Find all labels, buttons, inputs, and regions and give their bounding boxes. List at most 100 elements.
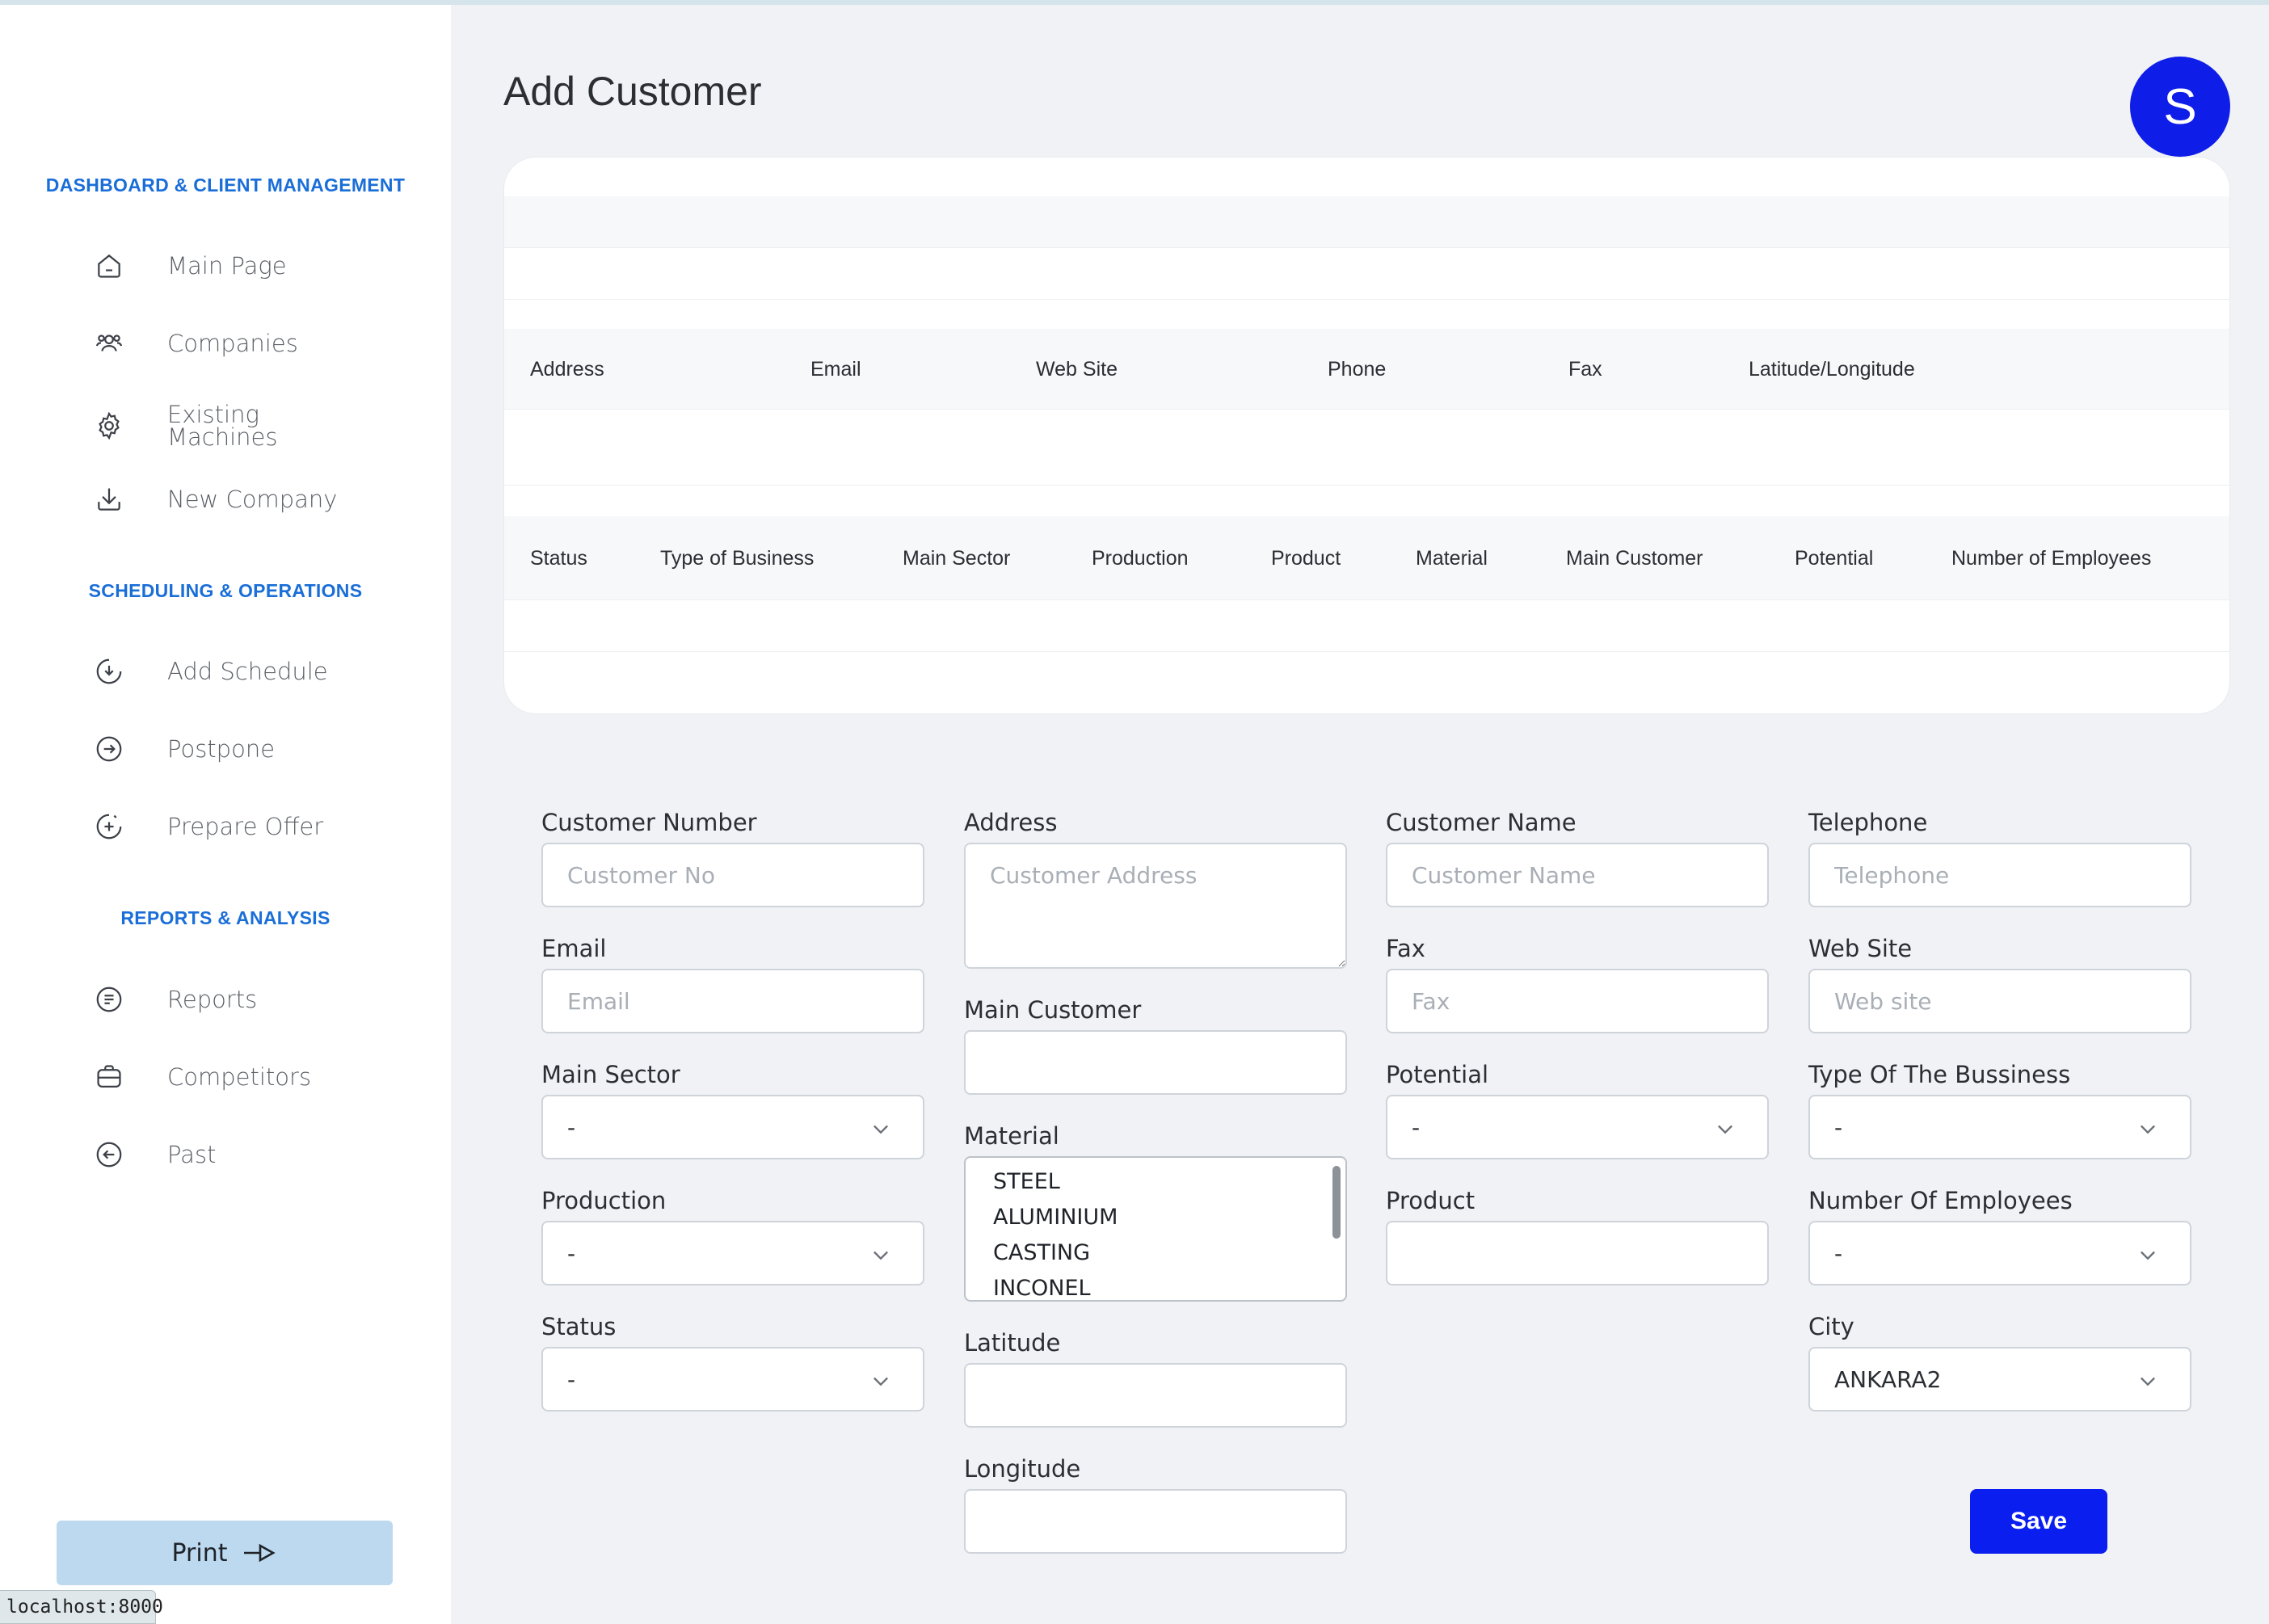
- type-of-business-value: -: [1834, 1113, 1843, 1141]
- th-main-customer[interactable]: Main Customer: [1566, 547, 1703, 570]
- city-value: ANKARA2: [1834, 1365, 1942, 1393]
- number-of-employees-select[interactable]: -: [1808, 1221, 2191, 1285]
- th-status[interactable]: Status: [530, 547, 587, 570]
- users-icon: [93, 327, 125, 360]
- sidebar-item-postpone[interactable]: Postpone: [93, 729, 275, 769]
- sidebar-item-past[interactable]: Past: [93, 1134, 216, 1175]
- th-type-of-business[interactable]: Type of Business: [660, 547, 814, 570]
- customer-number-input[interactable]: [541, 843, 924, 907]
- section-title-dashboard: DASHBOARD & CLIENT MANAGEMENT: [45, 175, 406, 196]
- main-customer-label: Main Customer: [964, 996, 1142, 1024]
- type-of-business-label: Type Of The Bussiness: [1808, 1061, 2071, 1088]
- status-url: localhost:8000: [0, 1590, 163, 1624]
- longitude-label: Longitude: [964, 1455, 1081, 1483]
- sidebar-item-label: Existing Machines: [167, 401, 278, 451]
- download-icon: [93, 483, 125, 515]
- material-label: Material: [964, 1122, 1059, 1150]
- sidebar-item-label: New Company: [167, 486, 338, 513]
- sidebar-item-new-company[interactable]: New Company: [93, 479, 337, 520]
- potential-value: -: [1412, 1113, 1421, 1141]
- status-label: Status: [541, 1313, 617, 1340]
- arrow-right-circle-icon: [93, 733, 125, 765]
- sidebar-item-label: Competitors: [167, 1063, 312, 1091]
- material-option[interactable]: CASTING: [993, 1235, 1318, 1271]
- sidebar-item-main-page[interactable]: Main Page: [93, 246, 287, 286]
- latitude-input[interactable]: [964, 1363, 1347, 1428]
- page-title: Add Customer: [503, 69, 762, 114]
- customer-name-label: Customer Name: [1386, 809, 1577, 836]
- arrow-right-icon: [243, 1543, 276, 1563]
- product-input[interactable]: [1386, 1221, 1769, 1285]
- sidebar-item-companies[interactable]: Companies: [93, 323, 298, 364]
- sidebar-item-label: Reports: [167, 986, 258, 1013]
- sidebar-item-reports[interactable]: Reports: [93, 979, 257, 1020]
- arrow-left-circle-icon: [93, 1138, 125, 1171]
- th-lat-long[interactable]: Latitude/Longitude: [1749, 358, 1915, 381]
- web-site-input[interactable]: [1808, 969, 2191, 1033]
- listbox-scrollbar[interactable]: [1332, 1166, 1341, 1239]
- number-of-employees-value: -: [1834, 1239, 1843, 1267]
- fax-label: Fax: [1386, 935, 1425, 962]
- longitude-input[interactable]: [964, 1489, 1347, 1554]
- telephone-label: Telephone: [1808, 809, 1928, 836]
- main-sector-value: -: [567, 1113, 576, 1141]
- main-customer-input[interactable]: [964, 1030, 1347, 1095]
- email-label: Email: [541, 935, 607, 962]
- sidebar-item-existing-machines[interactable]: Existing Machines: [93, 398, 278, 454]
- th-number-of-employees[interactable]: Number of Employees: [1951, 547, 2151, 570]
- section-title-reports: REPORTS & ANALYSIS: [120, 907, 330, 928]
- chevron-down-icon: [874, 1251, 888, 1260]
- fax-input[interactable]: [1386, 969, 1769, 1033]
- status-select[interactable]: -: [541, 1347, 924, 1412]
- production-label: Production: [541, 1187, 667, 1214]
- th-production[interactable]: Production: [1092, 547, 1189, 570]
- section-title-scheduling: SCHEDULING & OPERATIONS: [88, 580, 363, 601]
- sidebar-item-competitors[interactable]: Competitors: [93, 1057, 311, 1097]
- th-address[interactable]: Address: [530, 358, 604, 381]
- sidebar-item-label: Companies: [167, 330, 298, 357]
- th-product[interactable]: Product: [1271, 547, 1341, 570]
- th-phone[interactable]: Phone: [1328, 358, 1386, 381]
- telephone-input[interactable]: [1808, 843, 2191, 907]
- email-input[interactable]: [541, 969, 924, 1033]
- print-button-label: Print: [171, 1538, 228, 1567]
- sidebar-item-label: Postpone: [167, 735, 276, 763]
- report-icon: [93, 983, 125, 1016]
- web-site-label: Web Site: [1808, 935, 1913, 962]
- table-row: [504, 600, 2229, 652]
- potential-select[interactable]: -: [1386, 1095, 1769, 1159]
- table-row: [504, 196, 2229, 248]
- address-textarea[interactable]: [964, 843, 1347, 969]
- city-select[interactable]: ANKARA2: [1808, 1347, 2191, 1412]
- sidebar-item-prepare-offer[interactable]: Prepare Offer: [93, 806, 323, 847]
- th-potential[interactable]: Potential: [1795, 547, 1873, 570]
- avatar[interactable]: S: [2130, 57, 2230, 157]
- chevron-down-icon: [2141, 1125, 2155, 1134]
- address-label: Address: [964, 809, 1058, 836]
- chevron-down-icon: [2141, 1377, 2155, 1386]
- table-header-row-1: Address Email Web Site Phone Fax Latitud…: [504, 329, 2229, 410]
- status-value: -: [567, 1365, 576, 1393]
- sidebar-item-label: Prepare Offer: [167, 813, 324, 840]
- material-option[interactable]: ALUMINIUM: [993, 1200, 1318, 1235]
- th-material[interactable]: Material: [1416, 547, 1488, 570]
- material-listbox[interactable]: STEEL ALUMINIUM CASTING INCONEL: [964, 1156, 1347, 1302]
- save-button[interactable]: Save: [1970, 1489, 2107, 1554]
- production-select[interactable]: -: [541, 1221, 924, 1285]
- production-value: -: [567, 1239, 576, 1267]
- sidebar-item-add-schedule[interactable]: Add Schedule: [93, 651, 328, 692]
- material-option[interactable]: INCONEL: [993, 1271, 1318, 1300]
- th-fax[interactable]: Fax: [1568, 358, 1602, 381]
- main-sector-select[interactable]: -: [541, 1095, 924, 1159]
- type-of-business-select[interactable]: -: [1808, 1095, 2191, 1159]
- table-header-row-2: Status Type of Business Main Sector Prod…: [504, 516, 2229, 600]
- th-main-sector[interactable]: Main Sector: [903, 547, 1010, 570]
- material-option[interactable]: STEEL: [993, 1164, 1318, 1200]
- th-web-site[interactable]: Web Site: [1036, 358, 1118, 381]
- clock-plus-icon: [93, 810, 125, 843]
- print-button[interactable]: Print: [57, 1521, 393, 1585]
- sidebar-item-label: Add Schedule: [167, 658, 328, 685]
- th-email[interactable]: Email: [810, 358, 861, 381]
- customer-name-input[interactable]: [1386, 843, 1769, 907]
- sidebar-item-label: Past: [167, 1141, 217, 1168]
